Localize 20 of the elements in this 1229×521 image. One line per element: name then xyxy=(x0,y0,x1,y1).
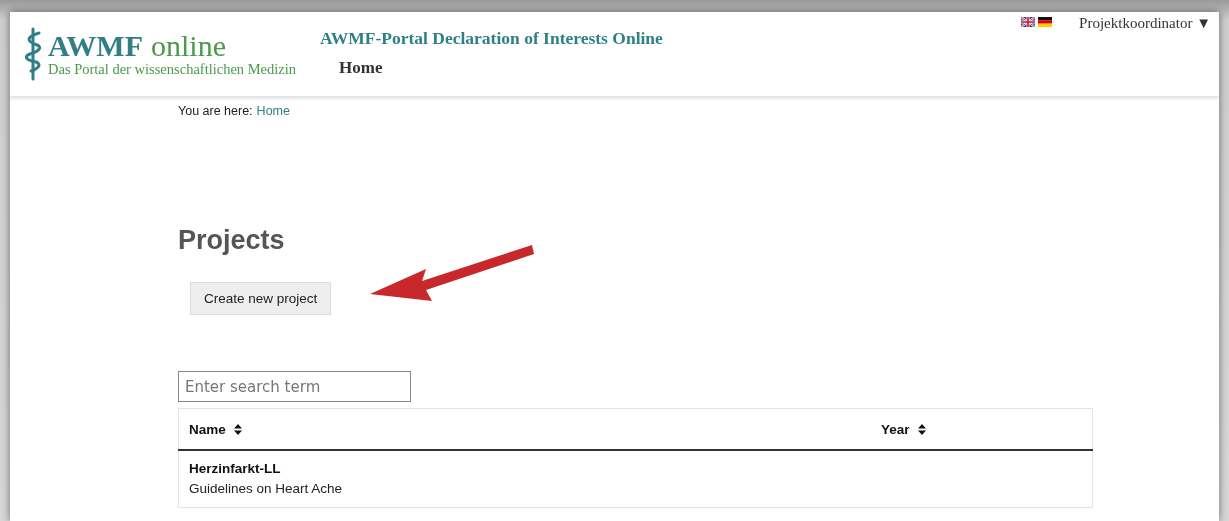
staff-of-asclepius-icon xyxy=(22,27,44,81)
project-name[interactable]: Herzinfarkt-LL xyxy=(189,461,861,476)
page-heading: Projects xyxy=(178,224,285,257)
breadcrumb-label: You are here: xyxy=(178,104,253,118)
sort-icon[interactable] xyxy=(233,424,242,435)
column-header[interactable]: Name xyxy=(189,422,226,437)
portal-title: AWMF-Portal Declaration of Interests Online xyxy=(320,28,663,49)
sort-icon[interactable] xyxy=(917,424,926,435)
search-field[interactable]: Enter search term xyxy=(178,371,411,402)
project-description: Guidelines on Heart Ache xyxy=(189,481,344,496)
user-menu[interactable]: Projektkoordinator ▼ xyxy=(1079,15,1211,32)
create-project-button[interactable]: Create new project xyxy=(190,282,332,315)
logo-title: AWMF xyxy=(48,31,143,61)
logo-title: online xyxy=(151,31,226,61)
logo-subtitle: Das Portal der wissenschaftlichen Medizin xyxy=(48,61,297,77)
column-header[interactable]: Year xyxy=(881,422,910,437)
breadcrumb-link[interactable]: Home xyxy=(256,104,290,118)
uk-flag-icon[interactable] xyxy=(1021,17,1036,27)
nav-link[interactable]: Home xyxy=(339,58,383,78)
german-flag-icon[interactable] xyxy=(1038,17,1053,27)
